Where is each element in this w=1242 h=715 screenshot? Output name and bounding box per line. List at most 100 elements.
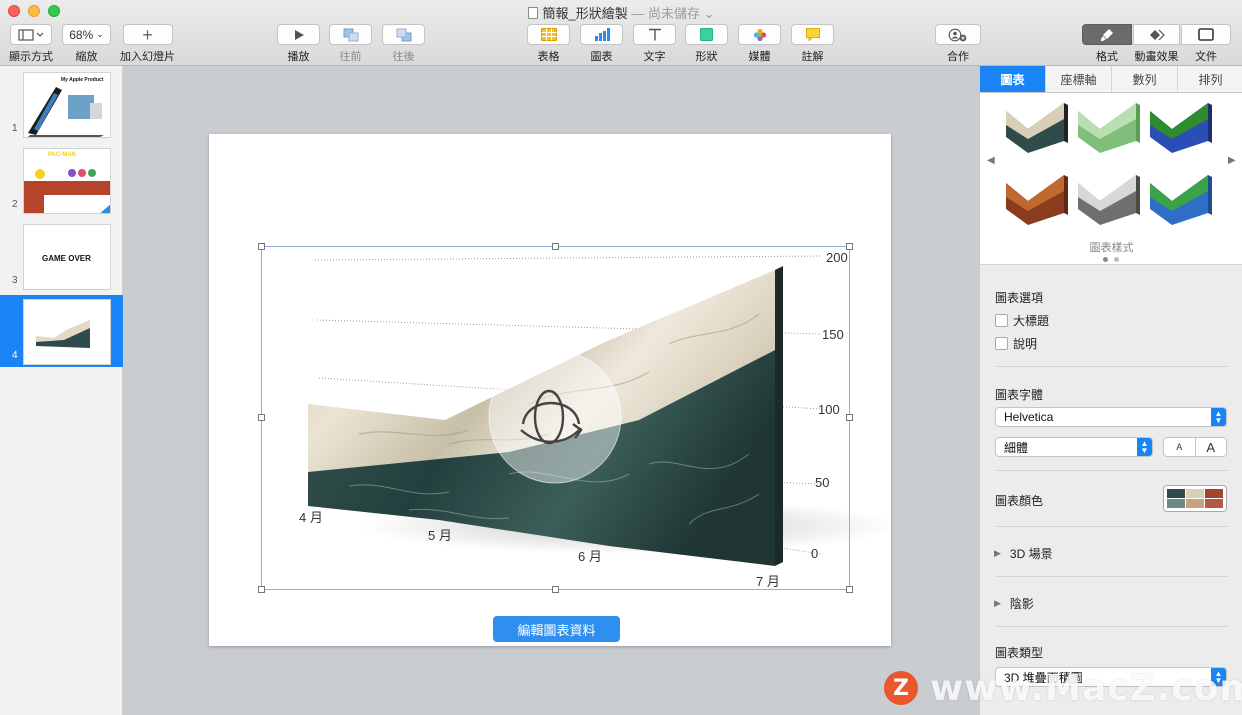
resize-handle-bottom-left[interactable] [258,586,265,593]
font-family-popup[interactable]: Helvetica ▲ ▼ [995,407,1227,427]
font-weight-popup[interactable]: 細體 ▲ ▼ [995,437,1153,457]
slide-preview: GAME OVER [23,224,111,290]
plus-icon: + [142,24,153,45]
zoom-value: 68% [69,27,94,42]
zoom-menu[interactable]: 68% ⌄ 縮放 [62,24,111,64]
sidebar-view-icon [18,28,44,41]
slide-thumbnail-2[interactable]: 2 PAC-MAN [0,144,123,216]
slide-preview: PAC-MAN [23,148,111,214]
chevron-right-icon[interactable]: ▶ [1228,155,1236,166]
tab-chart[interactable]: 圖表 [980,66,1046,92]
chart-type-label: 圖表類型 [995,646,1044,660]
disclosure-triangle-icon: ▶ [994,598,1001,608]
slide-thumbnail-1[interactable]: 1 My Apple Product [0,68,123,140]
chart-options-label: 圖表選項 [995,291,1044,305]
title-checkbox[interactable]: 大標題 [995,312,1049,329]
chart-styles-caption: 圖表樣式 [1089,242,1134,254]
slide-canvas: 200 150 100 50 0 4 月 5 月 6 月 7 月 編輯圖表資料 [124,66,979,715]
chart-style-green-blue-light[interactable] [1148,169,1214,229]
media-button[interactable]: 媒體 [738,24,781,64]
view-menu[interactable]: 顯示方式 [9,24,53,64]
text-box-icon [648,28,661,41]
chart-style-green-blue[interactable] [1148,97,1214,157]
popup-arrows-icon: ▲ ▼ [1211,408,1226,426]
chevron-left-icon[interactable]: ◀ [987,155,995,166]
bring-forward-button[interactable]: 往前 [329,24,372,64]
device-image [28,87,104,137]
send-backward-button[interactable]: 往後 [382,24,425,64]
table-button[interactable]: 表格 [527,24,570,64]
resize-handle-top[interactable] [552,243,559,250]
animate-button[interactable]: 動畫效果 [1133,24,1180,64]
chart-style-light-green[interactable] [1076,97,1142,157]
table-icon [540,28,557,41]
animation-diamond-icon [1149,29,1165,40]
slide-navigator: 1 My Apple Product 2 PAC-MAN 3 GAME OVER… [0,66,123,715]
chart-font-label: 圖表字體 [995,388,1044,402]
chart-styles: ◀ ▶ 圖表樣式 [980,93,1242,265]
add-slide-button[interactable]: + 加入幻燈片 [120,24,175,64]
save-status[interactable]: — 尚未儲存 ⌄ [631,6,714,21]
collaborate-button[interactable]: 合作 [935,24,981,64]
scene-3d-disclosure[interactable]: ▶ 3D 場景 [994,545,1053,562]
window-title: 簡報_形狀繪製 — 尚未儲存 ⌄ [0,3,1242,22]
page-dot-1[interactable] [1103,257,1108,262]
shape-button[interactable]: 形狀 [685,24,728,64]
inspector-tabs: 圖表 座標軸 數列 排列 [980,66,1242,93]
watermark-text: www.MacZ.com [930,667,1242,709]
tab-arrange[interactable]: 排列 [1178,66,1242,92]
format-inspector: 圖表 座標軸 數列 排列 ◀ ▶ 圖表樣式 圖表選項 大標題 說明 圖表字體 H… [979,66,1242,715]
slide-thumbnail-4[interactable]: 4 [0,295,123,367]
tab-axis[interactable]: 座標軸 [1046,66,1112,92]
resize-handle-left[interactable] [258,414,265,421]
comment-button[interactable]: 註解 [791,24,834,64]
popup-arrows-icon: ▲ ▼ [1137,438,1152,456]
edit-chart-data-button[interactable]: 編輯圖表資料 [493,616,620,642]
chart-selection-box [261,246,850,590]
divider [995,366,1228,367]
pacman-scene [24,169,110,213]
current-slide[interactable]: 200 150 100 50 0 4 月 5 月 6 月 7 月 編輯圖表資料 [209,134,891,646]
resize-handle-bottom[interactable] [552,586,559,593]
document-setup-icon [1198,28,1214,41]
chart-style-gray[interactable] [1076,169,1142,229]
decrease-font-size-button[interactable]: A [1164,438,1196,456]
chart-thumbnail [36,320,90,348]
resize-handle-top-left[interactable] [258,243,265,250]
text-button[interactable]: 文字 [633,24,676,64]
divider [995,576,1228,577]
collaborate-icon [948,28,967,41]
slide-preview [23,299,111,365]
chevron-down-icon: ⌄ [96,29,104,39]
tab-series[interactable]: 數列 [1112,66,1178,92]
chart-colors-label: 圖表顏色 [995,494,1044,508]
paintbrush-icon [1101,28,1113,41]
slide-preview: My Apple Product [23,72,111,138]
chart-colors-well[interactable] [1163,485,1227,512]
disclosure-triangle-icon: ▶ [994,548,1001,558]
bring-forward-icon [343,28,358,41]
page-dot-2[interactable] [1114,257,1119,262]
chart-icon [594,28,610,41]
resize-handle-top-right[interactable] [846,243,853,250]
divider [995,626,1228,627]
send-backward-icon [396,28,411,41]
comment-icon [805,28,820,41]
document-icon [527,7,538,19]
divider [995,470,1228,471]
play-icon [294,29,304,40]
play-button[interactable]: 播放 [277,24,320,64]
toolbar: 簡報_形狀繪製 — 尚未儲存 ⌄ 顯示方式 68% ⌄ 縮放 + 加入幻燈片 播放… [0,0,1242,66]
chart-button[interactable]: 圖表 [580,24,623,64]
watermark-logo-icon: Z [884,671,918,705]
shadow-disclosure[interactable]: ▶ 陰影 [994,595,1034,612]
document-button[interactable]: 文件 [1181,24,1231,64]
caption-checkbox[interactable]: 說明 [995,335,1037,352]
resize-handle-bottom-right[interactable] [846,586,853,593]
slide-thumbnail-3[interactable]: 3 GAME OVER [0,220,123,292]
resize-handle-right[interactable] [846,414,853,421]
chart-style-wood[interactable] [1004,169,1070,229]
format-button[interactable]: 格式 [1082,24,1132,64]
increase-font-size-button[interactable]: A [1196,438,1227,456]
chart-style-marble[interactable] [1004,97,1070,157]
